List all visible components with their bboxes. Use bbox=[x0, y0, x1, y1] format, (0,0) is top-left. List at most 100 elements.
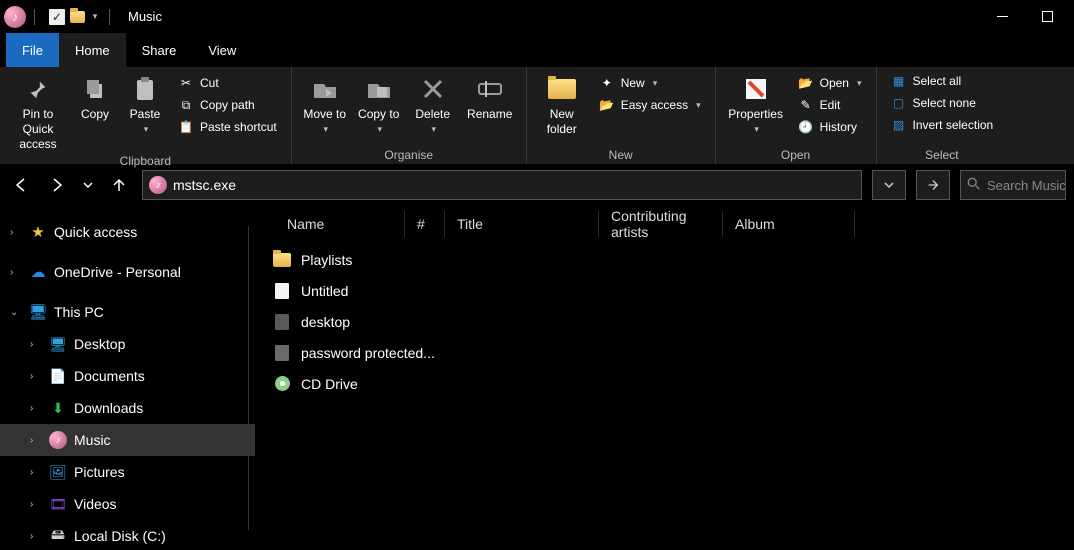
file-name: desktop bbox=[301, 314, 350, 330]
file-list: Playlists Untitled desktop password prot… bbox=[255, 242, 1074, 401]
address-bar[interactable]: ♪ bbox=[142, 170, 862, 200]
move-to-button[interactable]: Move to▾ bbox=[302, 71, 348, 137]
sidebar-label: Documents bbox=[74, 368, 145, 384]
new-item-button[interactable]: ✦New▾ bbox=[595, 73, 705, 93]
file-row-password-protected[interactable]: password protected... bbox=[255, 337, 1074, 368]
file-name: Playlists bbox=[301, 252, 352, 268]
maximize-button[interactable] bbox=[1025, 2, 1070, 32]
easy-access-button[interactable]: 📂Easy access▾ bbox=[595, 95, 705, 115]
copy-to-button[interactable]: Copy to▾ bbox=[356, 71, 402, 137]
sidebar-item-music[interactable]: › ♪ Music bbox=[0, 424, 255, 456]
tab-share[interactable]: Share bbox=[126, 33, 193, 67]
delete-button[interactable]: Delete▾ bbox=[410, 71, 456, 137]
paste-label: Paste bbox=[130, 107, 161, 122]
sidebar-label: OneDrive - Personal bbox=[54, 264, 181, 280]
cloud-icon: ☁ bbox=[28, 262, 48, 282]
chevron-down-icon[interactable]: ▾ bbox=[89, 8, 101, 26]
documents-icon: 📄 bbox=[48, 366, 68, 386]
music-icon: ♪ bbox=[48, 430, 68, 450]
sidebar-item-quick-access[interactable]: › ★ Quick access bbox=[0, 216, 255, 248]
sidebar-item-onedrive[interactable]: › ☁ OneDrive - Personal bbox=[0, 256, 255, 288]
select-none-button[interactable]: ▢Select none bbox=[887, 93, 998, 113]
tab-view[interactable]: View bbox=[192, 33, 252, 67]
downloads-icon: ⬇ bbox=[48, 398, 68, 418]
desktop-icon: 🖥 bbox=[48, 334, 68, 354]
column-header-number[interactable]: # bbox=[405, 211, 445, 237]
paste-shortcut-icon: 📋 bbox=[178, 119, 194, 135]
cut-button[interactable]: ✂Cut bbox=[174, 73, 281, 93]
file-row-desktop-ini[interactable]: desktop bbox=[255, 306, 1074, 337]
paste-button[interactable]: Paste ▾ bbox=[124, 71, 166, 137]
pin-label: Pin to Quick access bbox=[10, 107, 66, 152]
chevron-down-icon: ▾ bbox=[144, 122, 149, 137]
file-row-cd-drive[interactable]: CD Drive bbox=[255, 368, 1074, 399]
column-header-name[interactable]: Name bbox=[275, 211, 405, 237]
chevron-right-icon: › bbox=[30, 467, 42, 478]
file-name: password protected... bbox=[301, 345, 435, 361]
column-header-title[interactable]: Title bbox=[445, 211, 599, 237]
search-placeholder: Search Music bbox=[987, 178, 1066, 193]
column-headers: Name # Title Contributing artists Album bbox=[255, 206, 1074, 242]
title-bar: ♪ ✓ ▾ Music bbox=[0, 0, 1074, 33]
properties-button[interactable]: Properties▾ bbox=[726, 71, 786, 137]
navigation-pane: › ★ Quick access › ☁ OneDrive - Personal… bbox=[0, 206, 255, 550]
address-history-button[interactable] bbox=[872, 170, 906, 200]
sidebar-item-local-disk-c[interactable]: › 🖴 Local Disk (C:) bbox=[0, 520, 255, 550]
qat-folder-icon[interactable] bbox=[68, 8, 86, 26]
chevron-right-icon: › bbox=[30, 499, 42, 510]
recent-locations-button[interactable] bbox=[80, 172, 96, 198]
paste-shortcut-button[interactable]: 📋Paste shortcut bbox=[174, 117, 281, 137]
file-icon bbox=[273, 282, 291, 300]
search-box[interactable]: Search Music bbox=[960, 170, 1066, 200]
edit-button[interactable]: ✎Edit bbox=[794, 95, 866, 115]
new-folder-button[interactable]: New folder bbox=[537, 71, 587, 137]
column-header-album[interactable]: Album bbox=[723, 211, 855, 237]
move-to-icon bbox=[312, 71, 338, 107]
group-label-select: Select bbox=[887, 146, 998, 162]
chevron-right-icon: › bbox=[10, 267, 22, 278]
column-header-artists[interactable]: Contributing artists bbox=[599, 211, 723, 237]
app-music-icon: ♪ bbox=[4, 6, 26, 28]
tab-file[interactable]: File bbox=[6, 33, 59, 67]
sidebar-item-pictures[interactable]: › 🖼 Pictures bbox=[0, 456, 255, 488]
copy-button[interactable]: Copy bbox=[74, 71, 116, 122]
sidebar-item-this-pc[interactable]: ⌄ 🖥 This PC bbox=[0, 296, 255, 328]
copy-path-button[interactable]: ⧉Copy path bbox=[174, 95, 281, 115]
qat-properties-icon[interactable]: ✓ bbox=[49, 9, 65, 25]
forward-button[interactable] bbox=[44, 172, 70, 198]
easy-access-icon: 📂 bbox=[599, 97, 615, 113]
file-row-untitled[interactable]: Untitled bbox=[255, 275, 1074, 306]
ribbon-group-select: ▦Select all ▢Select none ▨Invert selecti… bbox=[877, 67, 1008, 164]
ribbon-group-organise: Move to▾ Copy to▾ Delete▾ Rename Organis… bbox=[292, 67, 527, 164]
pictures-icon: 🖼 bbox=[48, 462, 68, 482]
sidebar-item-desktop[interactable]: › 🖥 Desktop bbox=[0, 328, 255, 360]
sidebar-item-downloads[interactable]: › ⬇ Downloads bbox=[0, 392, 255, 424]
file-row-playlists[interactable]: Playlists bbox=[255, 244, 1074, 275]
navigation-bar: ♪ Search Music bbox=[0, 164, 1074, 206]
sidebar-item-documents[interactable]: › 📄 Documents bbox=[0, 360, 255, 392]
tab-home[interactable]: Home bbox=[59, 33, 126, 67]
group-label-open: Open bbox=[726, 146, 866, 162]
chevron-right-icon: › bbox=[30, 339, 42, 350]
invert-selection-button[interactable]: ▨Invert selection bbox=[887, 115, 998, 135]
chevron-down-icon: ⌄ bbox=[10, 307, 22, 318]
address-input[interactable] bbox=[173, 177, 855, 193]
delete-label: Delete bbox=[415, 107, 450, 122]
copy-to-icon bbox=[366, 71, 392, 107]
minimize-button[interactable] bbox=[980, 2, 1025, 32]
pin-to-quick-access-button[interactable]: Pin to Quick access bbox=[10, 71, 66, 152]
select-all-button[interactable]: ▦Select all bbox=[887, 71, 998, 91]
open-menu-button[interactable]: 📂Open▾ bbox=[794, 73, 866, 93]
file-name: CD Drive bbox=[301, 376, 358, 392]
back-button[interactable] bbox=[8, 172, 34, 198]
folder-icon bbox=[273, 251, 291, 269]
go-button[interactable] bbox=[916, 170, 950, 200]
up-button[interactable] bbox=[106, 172, 132, 198]
sidebar-item-videos[interactable]: › 🎞 Videos bbox=[0, 488, 255, 520]
videos-icon: 🎞 bbox=[48, 494, 68, 514]
rename-button[interactable]: Rename bbox=[464, 71, 516, 122]
history-button[interactable]: 🕘History bbox=[794, 117, 866, 137]
sidebar-label: Quick access bbox=[54, 224, 137, 240]
rename-icon bbox=[477, 71, 503, 107]
file-name: Untitled bbox=[301, 283, 348, 299]
